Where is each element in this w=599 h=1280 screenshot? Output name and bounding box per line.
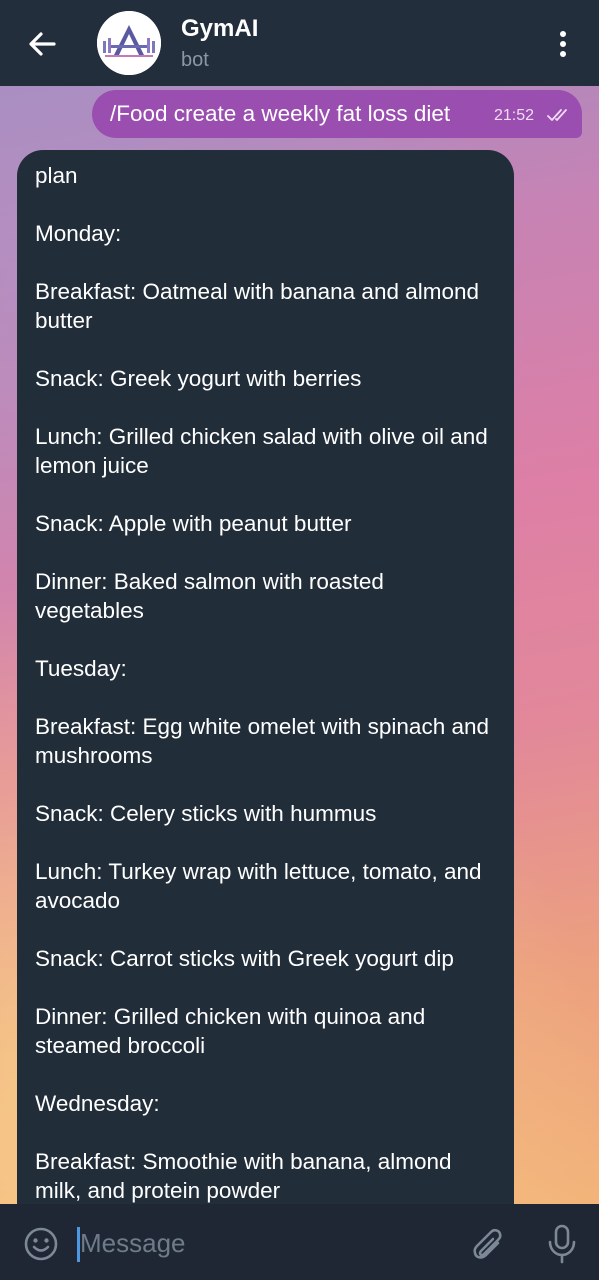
gymai-logo-icon — [97, 11, 161, 75]
chat-header: GymAI bot — [0, 0, 599, 86]
message-paragraph: plan — [35, 163, 78, 188]
emoji-button[interactable] — [23, 1226, 59, 1262]
incoming-message[interactable]: plan Monday: Breakfast: Oatmeal with banan… — [17, 150, 514, 1204]
message-paragraph: Wednesday: — [35, 1091, 160, 1116]
chat-subtitle: bot — [181, 49, 209, 71]
more-vertical-icon — [560, 31, 566, 57]
message-paragraph: Monday: — [35, 221, 122, 246]
outgoing-message[interactable]: /Food create a weekly fat loss diet 21:5… — [92, 90, 582, 138]
double-check-icon — [547, 109, 567, 121]
message-paragraph: Snack: Apple with peanut butter — [35, 511, 352, 536]
chat-area[interactable]: /Food create a weekly fat loss diet 21:5… — [0, 86, 599, 1204]
message-paragraph: Breakfast: Smoothie with banana, almond … — [35, 1149, 452, 1203]
text-cursor — [77, 1227, 80, 1262]
message-input[interactable] — [76, 1222, 460, 1264]
message-paragraph: Snack: Greek yogurt with berries — [35, 366, 362, 391]
back-button[interactable] — [24, 26, 60, 62]
message-paragraph: Lunch: Turkey wrap with lettuce, tomato,… — [35, 859, 482, 913]
message-composer — [0, 1204, 599, 1280]
paperclip-icon — [473, 1228, 502, 1259]
more-menu-button[interactable] — [548, 26, 578, 62]
message-paragraph: Dinner: Baked salmon with roasted vegeta… — [35, 569, 384, 623]
message-paragraph: Snack: Celery sticks with hummus — [35, 801, 377, 826]
microphone-button[interactable] — [547, 1224, 577, 1264]
bot-avatar[interactable] — [97, 11, 161, 75]
message-paragraph: Breakfast: Oatmeal with banana and almon… — [35, 279, 480, 333]
chat-title[interactable]: GymAI — [181, 15, 258, 43]
message-paragraph: Breakfast: Egg white omelet with spinach… — [35, 714, 489, 768]
message-time: 21:52 — [494, 107, 535, 124]
message-paragraph: Dinner: Grilled chicken with quinoa and … — [35, 1004, 426, 1058]
emoji-icon — [24, 1227, 58, 1261]
message-paragraph: Tuesday: — [35, 656, 127, 681]
message-paragraph: Snack: Carrot sticks with Greek yogurt d… — [35, 946, 454, 971]
attach-button[interactable] — [472, 1226, 506, 1264]
arrow-left-icon — [29, 32, 56, 56]
outgoing-message-text: /Food create a weekly fat loss diet — [110, 101, 451, 126]
microphone-icon — [548, 1224, 576, 1264]
message-paragraph: Lunch: Grilled chicken salad with olive … — [35, 424, 488, 478]
